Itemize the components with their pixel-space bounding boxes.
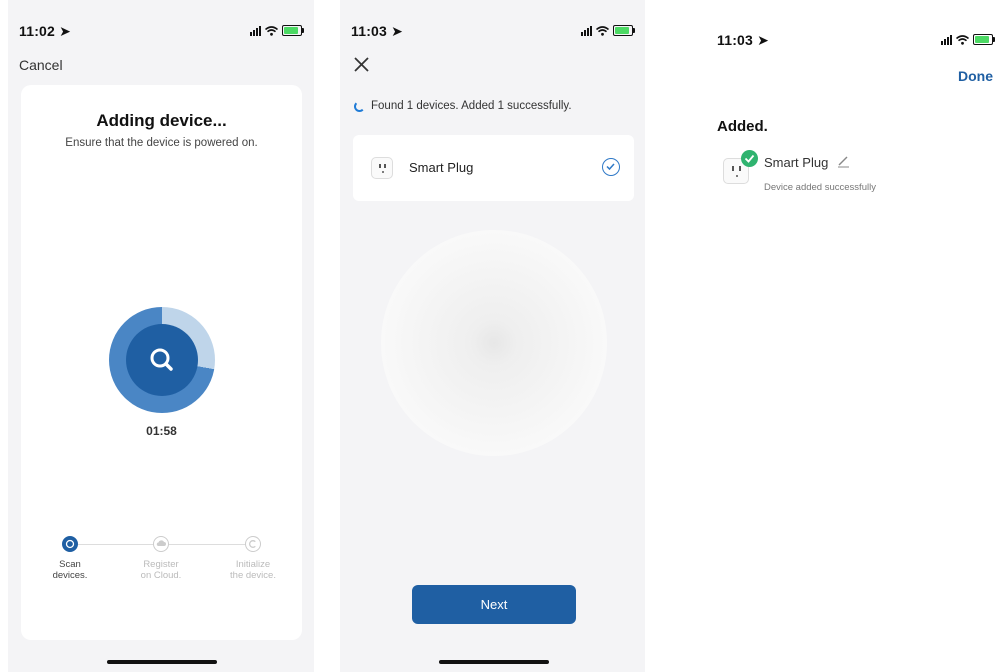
done-button[interactable]: Done — [958, 68, 993, 84]
scan-progress-ring — [109, 307, 215, 413]
found-status-text: Found 1 devices. Added 1 successfully. — [371, 100, 572, 112]
signal-icon — [581, 25, 592, 36]
device-name: Smart Plug — [764, 155, 829, 170]
search-icon — [150, 348, 173, 371]
step-register: Register on Cloud. — [126, 536, 196, 581]
step-register-label: Register on Cloud. — [140, 559, 182, 581]
status-time: 11:02 ➤ — [19, 23, 72, 39]
cancel-button[interactable]: Cancel — [19, 57, 63, 73]
added-heading: Added. — [717, 118, 768, 135]
wifi-icon — [265, 25, 278, 36]
adding-card: Adding device... Ensure that the device … — [21, 85, 302, 640]
close-icon[interactable] — [352, 55, 372, 75]
step-scan-label: Scan devices. — [52, 559, 88, 581]
signal-icon — [250, 25, 261, 36]
wifi-icon — [956, 34, 969, 45]
screen-adding-device: 11:02 ➤ Cancel Adding device... Ensure t… — [8, 0, 314, 672]
battery-icon — [282, 25, 304, 36]
device-name: Smart Plug — [409, 160, 474, 175]
status-bar: 11:02 ➤ — [8, 23, 314, 41]
status-bar: 11:03 ➤ — [704, 32, 999, 50]
location-arrow-icon: ➤ — [391, 23, 404, 39]
device-status-text: Device added successfully — [764, 182, 876, 193]
wifi-icon — [596, 25, 609, 36]
home-indicator[interactable] — [107, 660, 217, 664]
step-scan-indicator — [62, 536, 78, 552]
radar-animation — [381, 230, 607, 456]
page-subtitle: Ensure that the device is powered on. — [65, 137, 258, 149]
device-card[interactable]: Smart Plug — [353, 135, 634, 201]
signal-icon — [941, 34, 952, 45]
step-scan: Scan devices. — [35, 536, 105, 581]
status-bar: 11:03 ➤ — [340, 23, 645, 41]
step-initialize-label: Initialize the device. — [230, 559, 276, 581]
next-button[interactable]: Next — [412, 585, 576, 624]
battery-icon — [613, 25, 635, 36]
plug-icon — [371, 157, 393, 179]
check-icon — [741, 150, 758, 167]
battery-icon — [973, 34, 995, 45]
page-title: Adding device... — [96, 111, 227, 130]
pencil-icon[interactable] — [836, 154, 850, 168]
spinner-icon — [354, 100, 365, 112]
home-indicator[interactable] — [439, 660, 549, 664]
screen-device-added: 11:03 ➤ Done Added. Smart Plug Device ad… — [704, 0, 999, 672]
step-initialize-indicator — [245, 536, 261, 552]
step-register-indicator — [153, 536, 169, 552]
status-time: 11:03 ➤ — [717, 32, 770, 48]
screen-device-found: 11:03 ➤ Found 1 devices. Added 1 success… — [340, 0, 645, 672]
location-arrow-icon: ➤ — [59, 23, 72, 39]
check-circle-icon — [602, 158, 620, 176]
location-arrow-icon: ➤ — [757, 32, 770, 48]
step-initialize: Initialize the device. — [218, 536, 288, 581]
found-status: Found 1 devices. Added 1 successfully. — [354, 100, 572, 112]
status-time: 11:03 ➤ — [351, 23, 404, 39]
countdown-timer: 01:58 — [146, 424, 177, 438]
